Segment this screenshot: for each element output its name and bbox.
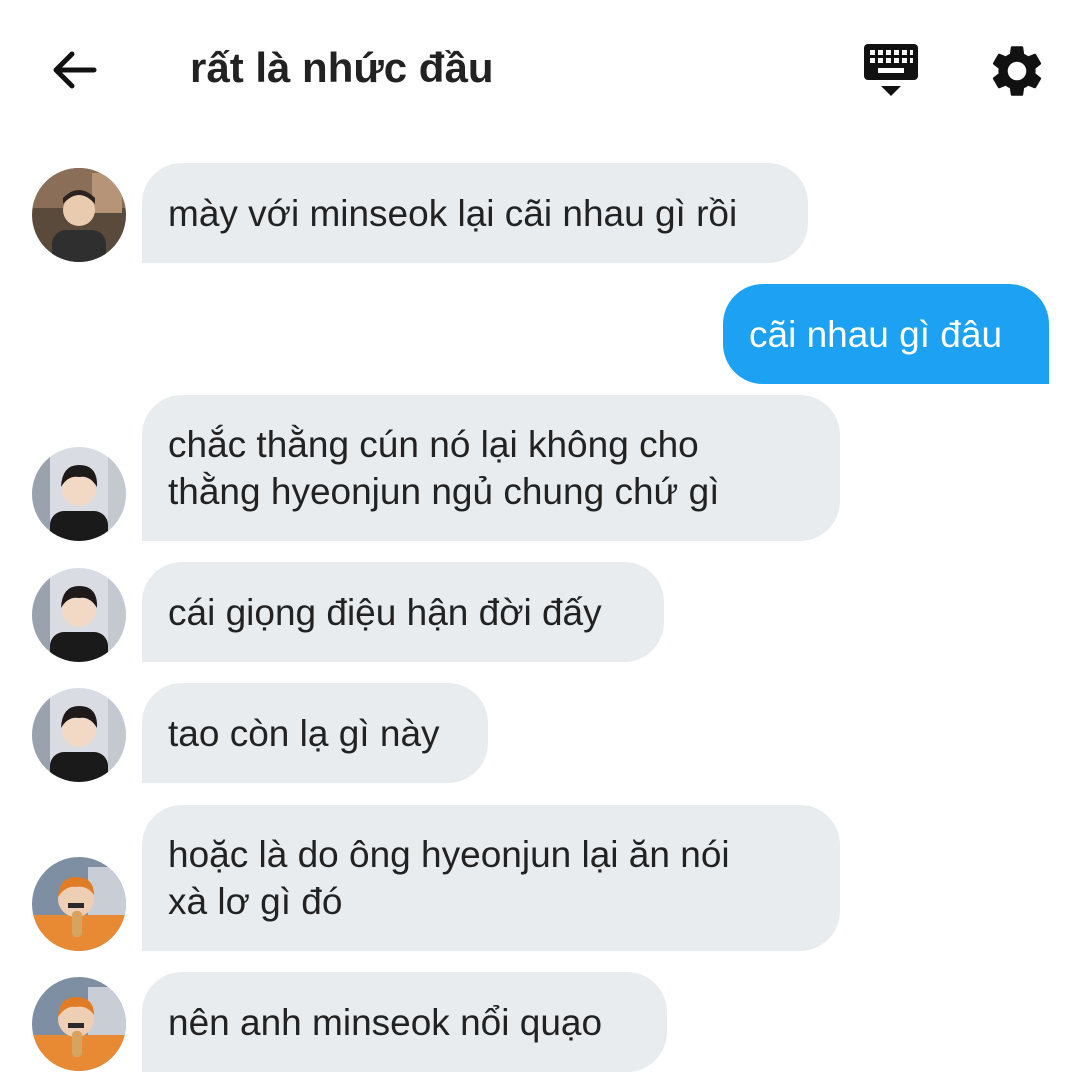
- message-line: chắc thằng cún nó lại không cho: [168, 424, 699, 465]
- message-text: hoặc là do ông hyeonjun lại ăn nói xà lơ…: [168, 831, 730, 925]
- avatar-photo: [32, 168, 126, 262]
- message-bubble[interactable]: hoặc là do ông hyeonjun lại ăn nói xà lơ…: [142, 805, 840, 951]
- message-text: mày với minseok lại cãi nhau gì rồi: [168, 192, 738, 234]
- back-button[interactable]: [44, 40, 104, 100]
- avatar-photo: [32, 688, 126, 782]
- message-text: tao còn lạ gì này: [168, 712, 440, 754]
- chat-header: rất là nhức đầu: [0, 0, 1080, 135]
- avatar-user-c[interactable]: [32, 857, 126, 951]
- message-text: cãi nhau gì đâu: [749, 313, 1003, 355]
- message-bubble[interactable]: cái giọng điệu hận đời đấy: [142, 562, 664, 662]
- arrow-left-icon: [53, 51, 97, 89]
- message-line: thằng hyeonjun ngủ chung chứ gì: [168, 471, 720, 512]
- gear-icon: [992, 46, 1042, 96]
- message-bubble[interactable]: mày với minseok lại cãi nhau gì rồi: [142, 163, 808, 263]
- message-bubble[interactable]: tao còn lạ gì này: [142, 683, 488, 783]
- avatar-user-c[interactable]: [32, 977, 126, 1071]
- avatar-photo: [32, 857, 126, 951]
- avatar-photo: [32, 568, 126, 662]
- message-text: nên anh minseok nổi quạo: [168, 1001, 603, 1043]
- message-bubble[interactable]: chắc thằng cún nó lại không cho thằng hy…: [142, 395, 840, 541]
- message-text: chắc thằng cún nó lại không cho thằng hy…: [168, 421, 719, 515]
- message-bubble-outgoing[interactable]: cãi nhau gì đâu: [723, 284, 1049, 384]
- message-text: cái giọng điệu hận đời đấy: [168, 591, 602, 633]
- avatar-photo: [32, 447, 126, 541]
- avatar-user-b[interactable]: [32, 447, 126, 541]
- avatar-user-a[interactable]: [32, 168, 126, 262]
- avatar-user-b[interactable]: [32, 568, 126, 662]
- conversation-title: rất là nhức đầu: [190, 44, 494, 91]
- avatar-user-b[interactable]: [32, 688, 126, 782]
- message-line: hoặc là do ông hyeonjun lại ăn nói: [168, 834, 730, 875]
- message-bubble[interactable]: nên anh minseok nổi quạo: [142, 972, 667, 1072]
- settings-button[interactable]: [986, 40, 1048, 102]
- keyboard-button[interactable]: [858, 38, 924, 104]
- avatar-photo: [32, 977, 126, 1071]
- chat-screen: rất là nhức đầu mày với minseok lại cãi …: [0, 0, 1080, 1080]
- message-line: xà lơ gì đó: [168, 881, 343, 922]
- keyboard-icon: [864, 44, 918, 96]
